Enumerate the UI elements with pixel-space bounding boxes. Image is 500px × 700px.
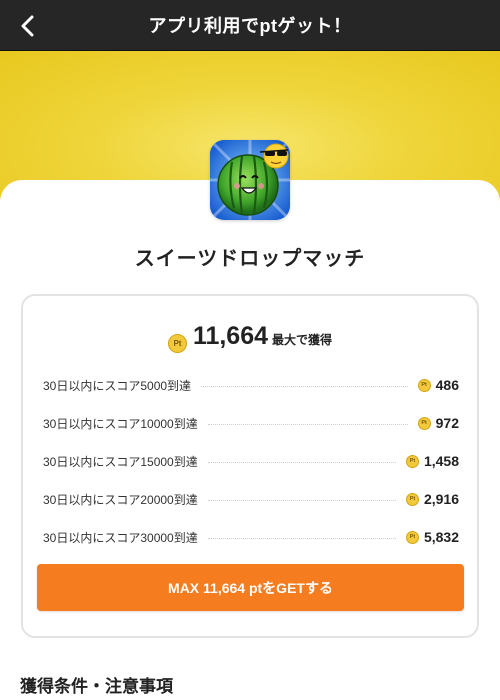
task-points: Pt 2,916	[405, 491, 459, 507]
task-label: 30日以内にスコア10000到達	[43, 416, 198, 431]
task-row: 30日以内にスコア15000到達 Pt 1,458	[43, 442, 459, 480]
total-points-suffix: 最大で獲得	[272, 333, 333, 347]
task-row: 30日以内にスコア5000到達 Pt 486	[43, 366, 459, 404]
app-name: スイーツドロップマッチ	[134, 248, 366, 270]
chevron-left-icon	[21, 15, 34, 37]
page-title: アプリ利用でptゲット！	[148, 16, 352, 36]
total-points-row: Pt 11,664 最大で獲得	[23, 322, 477, 353]
dotted-leader	[207, 423, 408, 425]
point-coin-icon: Pt	[405, 454, 419, 468]
reward-card: Pt 11,664 最大で獲得 30日以内にスコア5000到達 Pt 486 3…	[21, 294, 479, 638]
task-row: 30日以内にスコア30000到達 Pt 5,832	[43, 518, 459, 556]
watermelon-app-icon	[210, 140, 290, 220]
task-points: Pt 972	[417, 415, 459, 431]
task-points-value: 1,458	[423, 453, 459, 469]
back-button[interactable]	[14, 12, 42, 40]
task-points-value: 5,832	[423, 529, 459, 545]
task-points-value: 972	[435, 415, 459, 431]
task-points: Pt 5,832	[405, 529, 459, 545]
total-points-value: 11,664	[192, 322, 269, 350]
task-points: Pt 486	[417, 377, 459, 393]
get-points-button[interactable]: MAX 11,664 ptをGETする	[37, 564, 464, 611]
task-list: 30日以内にスコア5000到達 Pt 486 30日以内にスコア10000到達 …	[43, 366, 459, 556]
point-coin-icon: Pt	[405, 492, 419, 506]
task-label: 30日以内にスコア15000到達	[43, 454, 198, 469]
section-title: 獲得条件・注意事項	[20, 677, 173, 696]
point-coin-icon: Pt	[417, 378, 431, 392]
task-row: 30日以内にスコア10000到達 Pt 972	[43, 404, 459, 442]
top-bar: アプリ利用でptゲット！	[0, 0, 500, 51]
dotted-leader	[207, 537, 396, 539]
dotted-leader	[207, 461, 396, 463]
task-points: Pt 1,458	[405, 453, 459, 469]
task-label: 30日以内にスコア5000到達	[43, 378, 192, 393]
task-points-value: 2,916	[423, 491, 459, 507]
task-label: 30日以内にスコア20000到達	[43, 492, 198, 507]
task-row: 30日以内にスコア20000到達 Pt 2,916	[43, 480, 459, 518]
point-coin-icon: Pt	[405, 530, 419, 544]
dotted-leader	[207, 499, 396, 501]
point-coin-icon: Pt	[417, 416, 431, 430]
task-label: 30日以内にスコア30000到達	[43, 530, 198, 545]
task-points-value: 486	[435, 377, 459, 393]
get-points-button-label: MAX 11,664 ptをGETする	[168, 579, 333, 596]
dotted-leader	[201, 385, 408, 387]
point-coin-icon: Pt	[167, 334, 187, 353]
